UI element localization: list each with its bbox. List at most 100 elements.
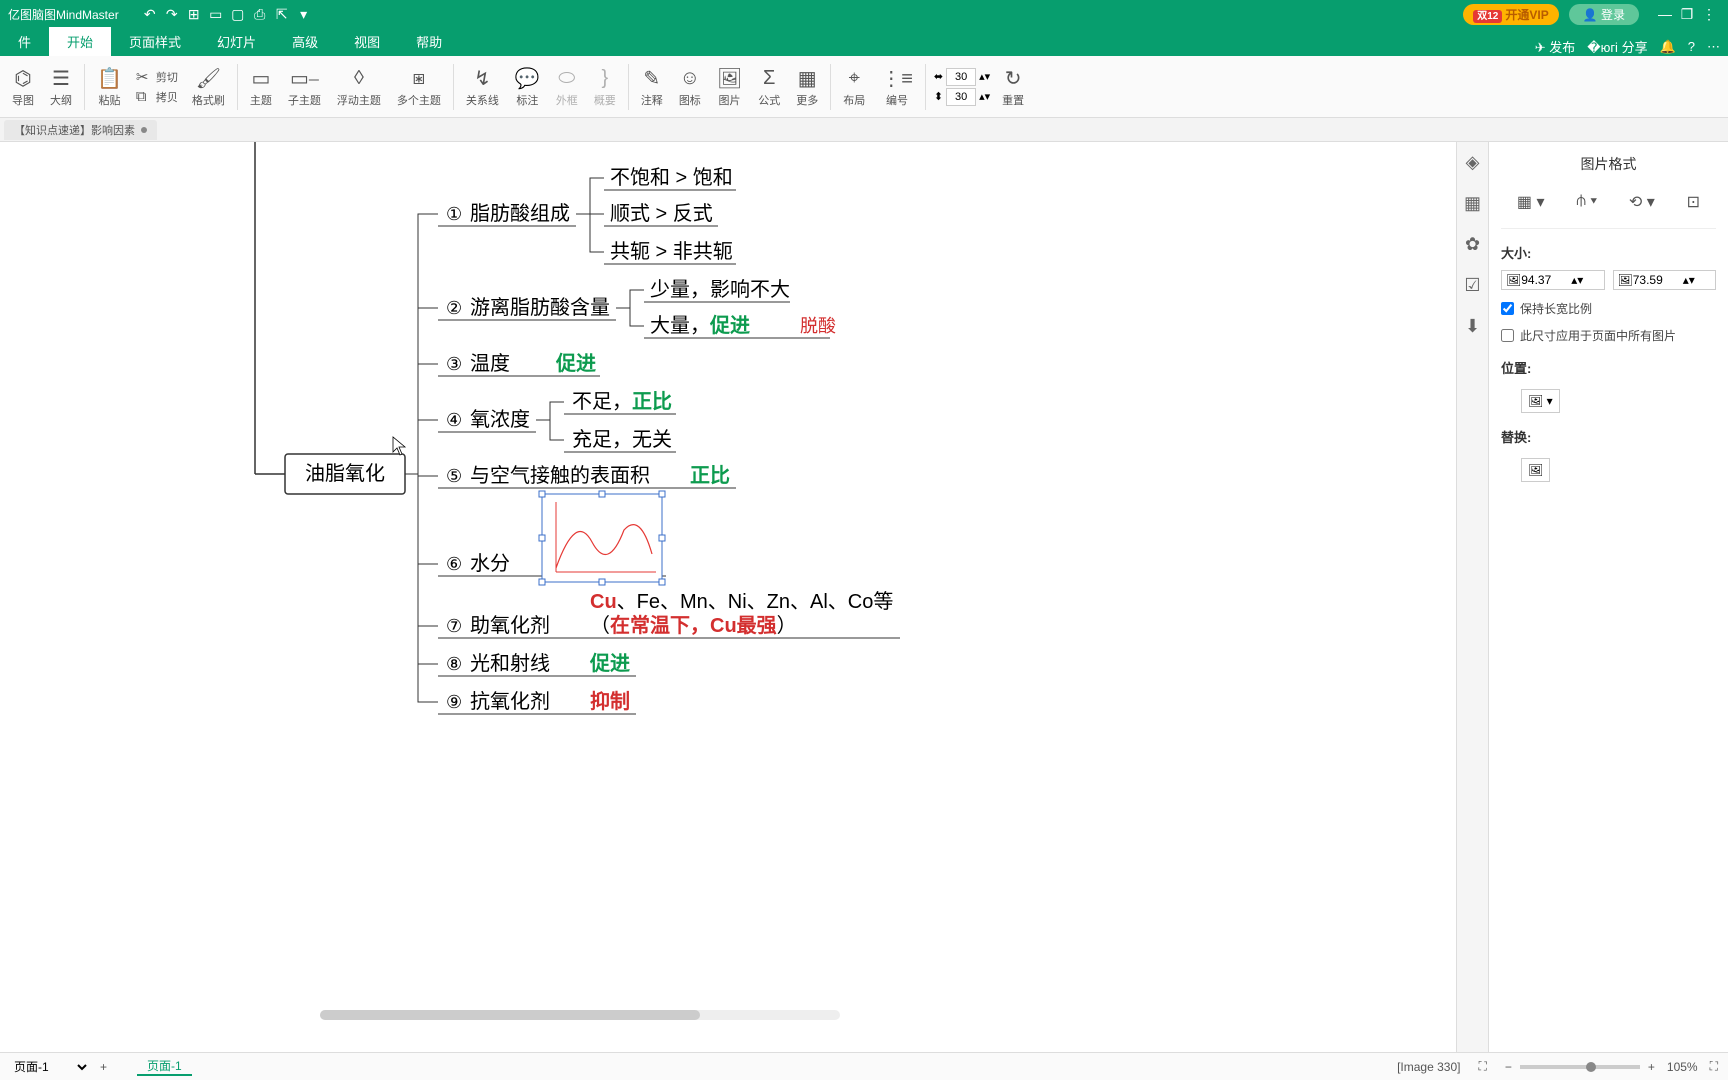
mindmap-canvas[interactable]: 油脂氧化 ① 脂肪酸组成 不饱和 > 饱和 顺式 > 反式 共轭 > 非共轭 ②… [0, 142, 1456, 1052]
horizontal-scrollbar[interactable] [320, 1010, 840, 1020]
ribbon-layout[interactable]: ⌖布局 [835, 59, 873, 115]
svg-text:不饱和 > 饱和[interactable]: 不饱和 > 饱和 [610, 166, 733, 189]
svg-text:少量，影响不大[interactable]: 少量，影响不大 [650, 278, 790, 301]
rotate-icon[interactable]: ⟲ ▾ [1629, 192, 1655, 212]
node-light[interactable]: 光和射线 [470, 652, 550, 675]
distribute-icon[interactable]: ⫛ ▾ [1576, 192, 1597, 212]
tab-page-style[interactable]: 页面样式 [111, 27, 199, 56]
node-fatty-acid[interactable]: 脂肪酸组成 [470, 202, 570, 225]
page-selector[interactable]: 页面-1 [10, 1059, 90, 1075]
spacing-v-input[interactable] [946, 88, 976, 106]
svg-text:不足，正比[interactable]: 不足，正比 [572, 390, 672, 413]
tab-advanced[interactable]: 高级 [274, 27, 336, 56]
tab-view[interactable]: 视图 [336, 27, 398, 56]
svg-text:促进: 促进 [555, 352, 596, 375]
login-button[interactable]: 👤 登录 [1569, 4, 1639, 25]
height-input[interactable]: 🖼▴▾ [1613, 270, 1717, 290]
tab-slideshow[interactable]: 幻灯片 [199, 27, 274, 56]
image-info: [Image 330] [1397, 1060, 1460, 1074]
ribbon-reset[interactable]: ↻重置 [994, 59, 1032, 115]
export-icon[interactable]: ⇱ [271, 3, 293, 25]
tab-help[interactable]: 帮助 [398, 27, 460, 56]
ribbon-floating[interactable]: ◊浮动主题 [329, 59, 389, 115]
replace-button[interactable]: 🖼 [1521, 458, 1550, 482]
ribbon-outline[interactable]: ☰大纲 [42, 59, 80, 115]
tab-home[interactable]: 开始 [49, 27, 111, 56]
spacing-h-input[interactable] [946, 68, 976, 86]
minimize-icon[interactable]: — [1654, 3, 1676, 25]
keep-ratio-checkbox[interactable] [1501, 302, 1514, 315]
help-icon[interactable]: ? [1688, 39, 1695, 54]
redo-icon[interactable]: ↷ [161, 3, 183, 25]
task-tab-icon[interactable]: ☑ [1464, 275, 1480, 296]
position-button[interactable]: 🖼 ▾ [1521, 389, 1560, 413]
svg-text:共轭 > 非共轭[interactable]: 共轭 > 非共轭 [610, 240, 733, 263]
zoom-out-icon[interactable]: − [1505, 1060, 1512, 1074]
document-tab[interactable]: 【知识点速递】影响因素 [4, 120, 157, 140]
zoom-slider[interactable] [1520, 1065, 1640, 1069]
node-temperature[interactable]: 温度 [470, 352, 510, 375]
more-icon[interactable]: ⋯ [1707, 39, 1720, 55]
apply-all-checkbox[interactable] [1501, 329, 1514, 342]
clipart-tab-icon[interactable]: ✿ [1465, 234, 1480, 255]
ribbon-numbering[interactable]: ⋮≡编号 [873, 59, 921, 115]
ribbon-paste[interactable]: 📋粘贴 [89, 59, 130, 115]
ribbon-cut[interactable]: ✂剪切 [136, 68, 178, 86]
ribbon-callout[interactable]: 💬标注 [507, 59, 548, 115]
node-moisture[interactable]: 水分 [470, 552, 510, 575]
new-icon[interactable]: ⊞ [183, 3, 205, 25]
add-page-icon[interactable]: + [100, 1060, 107, 1074]
selected-image[interactable] [542, 494, 662, 582]
svg-text:脱酸[interactable]: 脱酸 [800, 316, 836, 336]
ribbon-multi[interactable]: ⧆多个主题 [389, 59, 449, 115]
ribbon-more[interactable]: ▦更多 [788, 59, 826, 115]
open-icon[interactable]: ▭ [205, 3, 227, 25]
ribbon-formula[interactable]: Σ公式 [750, 59, 788, 115]
ribbon-mindmap[interactable]: ⌬导图 [4, 59, 42, 115]
node-free-fatty-acid[interactable]: 游离脂肪酸含量 [470, 296, 610, 319]
ribbon-icon[interactable]: ☺图标 [671, 59, 709, 115]
fit-icon[interactable]: ⛶ [1478, 1059, 1486, 1074]
page-tab-icon[interactable]: ▦ [1464, 193, 1481, 214]
node-surface-area[interactable]: 与空气接触的表面积 [470, 464, 650, 487]
ribbon-boundary[interactable]: ⬭外框 [548, 59, 586, 115]
replace-label: 替换: [1501, 427, 1716, 446]
svg-text:正比: 正比 [690, 464, 730, 487]
ribbon-copy[interactable]: ⧉拷贝 [136, 88, 178, 105]
svg-text:充足，无关[interactable]: 充足，无关 [572, 428, 672, 451]
dropdown-icon[interactable]: ▾ [293, 3, 315, 25]
menu-icon[interactable]: ⋮ [1698, 3, 1720, 25]
ribbon-summary[interactable]: }概要 [586, 59, 624, 115]
save-icon[interactable]: ▢ [227, 3, 249, 25]
restore-icon[interactable]: ❐ [1676, 3, 1698, 25]
tab-file[interactable]: 件 [0, 27, 49, 56]
node-prooxidant[interactable]: 助氧化剂 [470, 614, 550, 637]
svg-text:大量，促进[interactable]: 大量，促进 [650, 314, 750, 337]
align-icon[interactable]: ▦ ▾ [1517, 192, 1545, 212]
width-input[interactable]: 🖼▴▾ [1501, 270, 1605, 290]
zoom-in-icon[interactable]: + [1648, 1060, 1655, 1074]
node-antioxidant[interactable]: 抗氧化剂 [470, 690, 550, 713]
undo-icon[interactable]: ↶ [139, 3, 161, 25]
print-icon[interactable]: ⎙ [249, 3, 271, 25]
share-button[interactable]: �югі 分享 [1587, 37, 1647, 56]
ribbon-relation[interactable]: ↯关系线 [458, 59, 507, 115]
style-tab-icon[interactable]: ◈ [1466, 152, 1480, 173]
svg-text:②: ② [446, 298, 462, 318]
root-node[interactable]: 油脂氧化 [305, 462, 385, 485]
ribbon-topic[interactable]: ▭主题 [242, 59, 280, 115]
node-oxygen[interactable]: 氧浓度 [470, 408, 530, 431]
bell-icon[interactable]: 🔔 [1660, 39, 1676, 55]
ribbon-format-painter[interactable]: 🖌格式刷 [184, 59, 233, 115]
page-tab[interactable]: 页面-1 [137, 1057, 192, 1076]
insert-tab-icon[interactable]: ⬇ [1465, 316, 1480, 337]
publish-button[interactable]: ✈ 发布 [1535, 37, 1576, 56]
ribbon-note[interactable]: ✎注释 [633, 59, 671, 115]
ribbon-subtopic[interactable]: ▭⎯子主题 [280, 59, 329, 115]
ribbon-image[interactable]: 🖼图片 [709, 59, 750, 115]
crop-icon[interactable]: ⊡ [1687, 192, 1700, 212]
ribbon-spacing[interactable]: ⬌▴▾ ⬍▴▾ [930, 59, 994, 115]
vip-button[interactable]: 双12开通VIP [1463, 4, 1558, 25]
fullscreen-icon[interactable]: ⛶ [1710, 1059, 1718, 1074]
svg-text:顺式 > 反式[interactable]: 顺式 > 反式 [610, 202, 713, 225]
